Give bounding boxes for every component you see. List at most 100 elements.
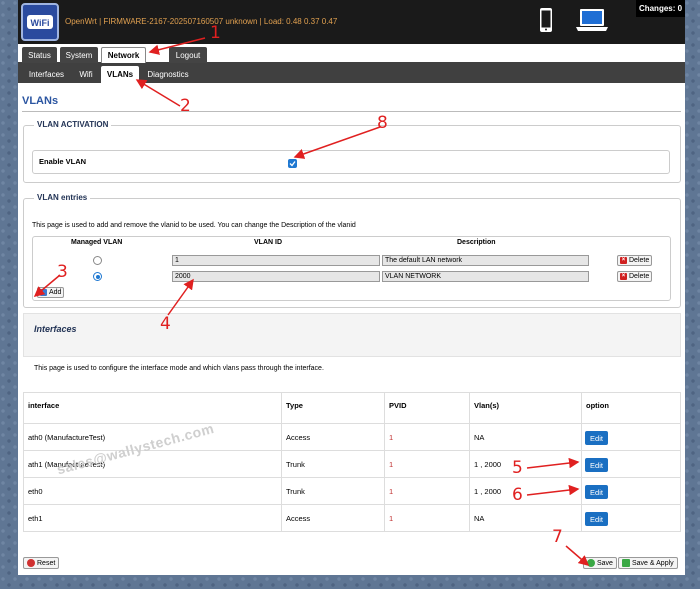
interface-vlans: 1 , 2000 xyxy=(474,487,502,496)
delete-label: Delete xyxy=(629,273,650,280)
delete-x-icon: × xyxy=(620,273,627,280)
enable-vlan-row: Enable VLAN xyxy=(32,150,670,174)
vlan-id-input-1[interactable]: 1 xyxy=(172,255,380,266)
interfaces-description: This page is used to configure the inter… xyxy=(34,365,324,372)
interfaces-title: Interfaces xyxy=(34,324,77,334)
vlan-entries-legend: VLAN entries xyxy=(34,193,91,202)
header-bar: WiFi OpenWrt | FIRMWARE-2167-20250716050… xyxy=(18,0,685,44)
phone-icon xyxy=(540,8,552,32)
interface-vlans: NA xyxy=(474,514,485,523)
wifi-logo-icon: WiFi xyxy=(21,3,59,41)
interface-pvid: 1 xyxy=(389,487,394,496)
laptop-icon xyxy=(576,9,608,31)
vlan-description-input-2[interactable]: VLAN NETWORK xyxy=(382,271,589,282)
vlan-id-input-2[interactable]: 2000 xyxy=(172,271,380,282)
edit-interface-button-ath1[interactable]: Edit xyxy=(585,458,608,472)
vlan-entries-section: VLAN entries This page is used to add an… xyxy=(23,193,681,308)
save-apply-label: Save & Apply xyxy=(632,559,674,567)
subtab-wifi[interactable]: Wifi xyxy=(74,66,98,83)
interface-type: Access xyxy=(286,514,311,523)
save-icon xyxy=(587,559,595,567)
interface-vlans: 1 , 2000 xyxy=(474,460,502,469)
delete-vlan-button-1[interactable]: × Delete xyxy=(617,255,652,266)
reset-button[interactable]: Reset xyxy=(23,557,60,569)
header-type: Type xyxy=(286,401,303,410)
tab-logout[interactable]: Logout xyxy=(169,47,207,63)
delete-x-icon: × xyxy=(620,257,627,264)
reset-label: Reset xyxy=(37,559,56,567)
annotation-5: 5 xyxy=(512,458,523,478)
col-divider xyxy=(469,393,470,531)
col-divider xyxy=(281,393,282,531)
vlan-radio-2[interactable] xyxy=(93,272,102,281)
row-divider xyxy=(24,477,680,478)
header-vlan-id: VLAN ID xyxy=(254,239,282,246)
tab-status[interactable]: Status xyxy=(22,47,57,63)
title-divider xyxy=(22,111,681,112)
delete-label: Delete xyxy=(629,257,650,264)
vlan-entries-description: This page is used to add and remove the … xyxy=(32,222,356,229)
header-option: option xyxy=(586,401,609,410)
logo-text: WiFi xyxy=(31,18,50,28)
col-divider xyxy=(581,393,582,531)
checkmark-icon xyxy=(289,161,296,167)
annotation-4: 4 xyxy=(160,314,171,334)
edit-interface-button-eth1[interactable]: Edit xyxy=(585,512,608,526)
enable-vlan-checkbox[interactable] xyxy=(288,159,297,168)
vlan-entries-table: Managed VLAN VLAN ID Description 1 The d… xyxy=(32,236,671,301)
enable-vlan-label: Enable VLAN xyxy=(39,157,87,166)
row-divider xyxy=(24,504,680,505)
firmware-status-text: OpenWrt | FIRMWARE-2167-202507160507 unk… xyxy=(65,17,338,26)
interfaces-table: interface Type PVID Vlan(s) option ath0 … xyxy=(23,392,681,532)
annotation-1: 1 xyxy=(210,23,221,43)
interface-vlans: NA xyxy=(474,433,485,442)
interface-pvid: 1 xyxy=(389,514,394,523)
main-tab-bar: Status System Network Logout xyxy=(18,44,685,64)
vlan-radio-1[interactable] xyxy=(93,256,102,265)
annotation-2: 2 xyxy=(180,96,191,116)
edit-interface-button-ath0[interactable]: Edit xyxy=(585,431,608,445)
page-title: VLANs xyxy=(22,95,59,107)
add-icon xyxy=(40,289,47,296)
tab-network[interactable]: Network xyxy=(101,47,146,63)
delete-vlan-button-2[interactable]: × Delete xyxy=(617,271,652,282)
header-description: Description xyxy=(457,239,496,246)
vlan-activation-section: VLAN ACTIVATION Enable VLAN xyxy=(23,120,681,183)
header-vlans: Vlan(s) xyxy=(474,401,500,410)
tab-system[interactable]: System xyxy=(60,47,98,63)
header-interface: interface xyxy=(28,401,60,410)
annotation-3: 3 xyxy=(57,262,68,282)
save-button[interactable]: Save xyxy=(583,557,617,569)
annotation-6: 6 xyxy=(512,485,523,505)
add-vlan-button[interactable]: Add xyxy=(37,287,64,298)
changes-badge[interactable]: Changes: 0 xyxy=(636,0,685,17)
interface-pvid: 1 xyxy=(389,460,394,469)
annotation-8: 8 xyxy=(377,113,388,133)
interface-pvid: 1 xyxy=(389,433,394,442)
save-label: Save xyxy=(597,559,613,567)
app-frame: WiFi OpenWrt | FIRMWARE-2167-20250716050… xyxy=(18,0,685,575)
sub-tab-bar: Interfaces Wifi VLANs Diagnostics xyxy=(18,64,685,83)
header-pvid: PVID xyxy=(389,401,407,410)
interface-name: eth1 xyxy=(28,514,43,523)
vlan-activation-legend: VLAN ACTIVATION xyxy=(34,120,112,129)
interface-type: Trunk xyxy=(286,460,305,469)
interface-name: ath0 (ManufactureTest) xyxy=(28,433,106,442)
interfaces-header-area: Interfaces xyxy=(23,313,681,357)
annotation-7: 7 xyxy=(552,527,563,547)
reset-icon xyxy=(27,559,35,567)
interface-type: Access xyxy=(286,433,311,442)
interface-name: eth0 xyxy=(28,487,43,496)
interface-type: Trunk xyxy=(286,487,305,496)
edit-interface-button-eth0[interactable]: Edit xyxy=(585,485,608,499)
vlan-description-input-1[interactable]: The default LAN network xyxy=(382,255,589,266)
header-managed-vlan: Managed VLAN xyxy=(71,239,123,246)
add-label: Add xyxy=(49,289,62,296)
subtab-diagnostics[interactable]: Diagnostics xyxy=(144,66,192,83)
row-divider xyxy=(24,423,680,424)
subtab-vlans[interactable]: VLANs xyxy=(101,66,139,83)
save-apply-icon xyxy=(622,559,630,567)
save-apply-button[interactable]: Save & Apply xyxy=(618,557,678,569)
col-divider xyxy=(384,393,385,531)
subtab-interfaces[interactable]: Interfaces xyxy=(24,66,69,83)
